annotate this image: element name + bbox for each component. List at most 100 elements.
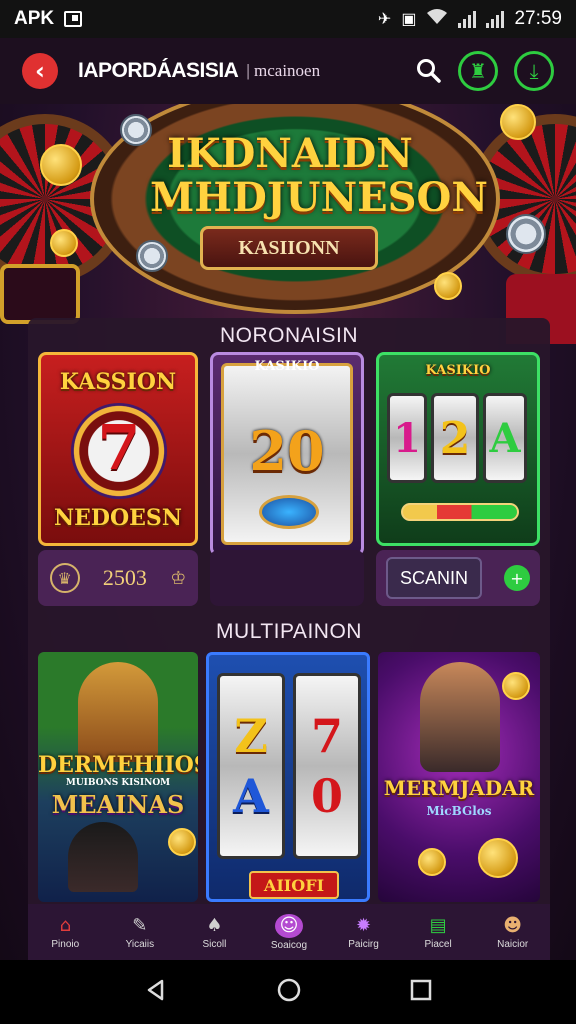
- coin-decoration: [40, 144, 82, 186]
- game-card-reels[interactable]: Z A 7 0 AIIOFI: [206, 652, 370, 902]
- card-subtitle: MicBGlos: [426, 804, 492, 818]
- hero-plaque: KASIIONN: [200, 226, 378, 270]
- scan-button-label: SCANIN: [399, 567, 468, 588]
- back-triangle-icon[interactable]: [144, 978, 168, 1006]
- rewards-button[interactable]: ♜: [458, 51, 498, 91]
- card-number: 20: [249, 419, 325, 483]
- nav-item-casino[interactable]: ♠ Sicoll: [179, 915, 249, 950]
- chip-decoration: [506, 214, 546, 254]
- app-subtitle: | mcainoen: [246, 61, 321, 80]
- nav-item-settings[interactable]: ✹ Paicirg: [329, 915, 399, 950]
- nav-item-profile[interactable]: ☻ Naicior: [478, 915, 548, 950]
- slot-block-decoration: [0, 264, 80, 324]
- reel-symbol: 7: [310, 709, 343, 763]
- game-card-dermehiios[interactable]: DERMEHIIOS MUIBONS KISINOM MEAINAS: [38, 652, 198, 902]
- coin-decoration: [418, 848, 446, 876]
- hero-title-line1: IKDNAIDN: [167, 130, 413, 177]
- section-title-popular: NORONAISIN: [219, 324, 358, 347]
- blue-gem-icon: [259, 495, 319, 529]
- game-card-mermjadar[interactable]: MERMJADAR MicBGlos: [378, 652, 540, 902]
- plus-icon: +: [510, 568, 524, 588]
- app-title: IAPORDÁASISIA: [78, 59, 239, 82]
- hero-title: IKDNAIDN MHDJUNESON: [150, 130, 488, 221]
- chevron-left-icon: ‹: [35, 57, 45, 85]
- coin-decoration: [500, 104, 536, 140]
- character-illustration: [78, 662, 158, 762]
- nav-item-cash[interactable]: ▤ Piacel: [403, 915, 473, 950]
- reel-label-plate: AIIOFI: [249, 871, 339, 899]
- card3-footer: SCANIN +: [376, 550, 540, 606]
- card1-footer[interactable]: ♛ 2503 ♔: [38, 550, 198, 606]
- clock: 27:59: [514, 8, 562, 29]
- bluetooth-icon: ✈: [377, 11, 392, 28]
- reel-symbol: Z: [234, 709, 268, 763]
- coin-decoration: [168, 828, 196, 856]
- character-illustration-2: [68, 822, 138, 892]
- crown-icon: ♔: [170, 567, 187, 589]
- coin-decoration: [478, 838, 518, 878]
- vibrate-icon: ▣: [401, 11, 417, 28]
- trophy-icon: ♛: [49, 563, 80, 593]
- home-circle-icon[interactable]: [276, 977, 302, 1007]
- character-illustration: [420, 662, 500, 772]
- nav-label: Sicoll: [202, 938, 227, 950]
- nav-item-gift[interactable]: ✎ Yicaiis: [105, 915, 175, 950]
- games-panel: NORONAISIN KASSION 7 NEDOESN KASIKIO 20 …: [28, 318, 550, 960]
- card-digit: 7: [97, 411, 141, 484]
- wifi-icon: [426, 7, 448, 31]
- nav-item-chat[interactable]: ☺ Soaicog: [254, 913, 324, 951]
- reel-symbol: 0: [310, 769, 343, 823]
- nav-label: Naicior: [497, 938, 529, 950]
- status-bar: APK ✈ ▣ 27:59: [0, 0, 576, 38]
- reel-2: 2: [431, 393, 479, 483]
- reel-left: Z A: [217, 673, 285, 859]
- reel-digit: 2: [439, 412, 471, 464]
- nav-item-home[interactable]: ⌂ Pinoio: [30, 915, 100, 950]
- back-button[interactable]: ‹: [22, 53, 58, 89]
- search-icon[interactable]: [416, 58, 442, 84]
- signal-icon: [458, 10, 477, 28]
- card1-footer-value: 2503: [102, 565, 147, 590]
- download-button[interactable]: ⤓: [514, 51, 554, 91]
- carrier-label: APK: [14, 8, 55, 29]
- app-bar: ‹ IAPORDÁASISIA | mcainoen ♜ ⤓: [0, 38, 576, 104]
- reel-1: 1: [387, 393, 427, 483]
- chat-icon: ☺: [274, 913, 303, 938]
- reel-digit: 1: [393, 414, 421, 462]
- gear-icon: ✹: [355, 915, 372, 936]
- profile-icon: ☻: [503, 915, 523, 936]
- card-title: DERMEHIIOS: [38, 752, 198, 778]
- recents-square-icon[interactable]: [410, 979, 432, 1005]
- nav-label: Soaicog: [270, 939, 308, 951]
- reel-label: AIIOFI: [263, 875, 325, 895]
- coin-decoration: [434, 272, 462, 300]
- coin-decoration: [50, 229, 78, 257]
- bottom-nav: ⌂ Pinoio ✎ Yicaiis ♠ Sicoll ☺ Soaicog ✹ …: [28, 904, 550, 960]
- nav-label: Paicirg: [348, 938, 379, 950]
- reel-right: 7 0: [293, 673, 361, 859]
- add-button[interactable]: +: [504, 565, 530, 591]
- game-card-kasikio-reels[interactable]: KASIKIO 1 2 A: [376, 352, 540, 546]
- card-top-label: KASIKIO: [254, 359, 320, 374]
- card-title: MERMJADAR: [383, 776, 535, 800]
- game-card-kasikio[interactable]: KASIKIO 20: [210, 352, 364, 556]
- scan-button[interactable]: SCANIN: [386, 557, 482, 599]
- card2-footer: [210, 550, 364, 606]
- game-card-kassion[interactable]: KASSION 7 NEDOESN: [38, 352, 198, 546]
- reel-3: A: [483, 393, 527, 483]
- progress-bar: [401, 503, 519, 521]
- download-icon: ⤓: [529, 59, 539, 83]
- signal-icon-2: [486, 10, 505, 28]
- system-nav-bar: [0, 960, 576, 1024]
- reel-digit: A: [489, 414, 521, 462]
- cash-icon: ▤: [429, 915, 447, 936]
- hero-banner[interactable]: IKDNAIDN MHDJUNESON KASIIONN: [0, 104, 576, 344]
- card-title-2: MEAINAS: [51, 790, 185, 819]
- chip-decoration: [136, 240, 168, 272]
- hero-title-line2: MHDJUNESON: [150, 174, 488, 221]
- notification-icon: [64, 11, 83, 27]
- nav-label: Piacel: [424, 938, 452, 950]
- chip-decoration: [120, 114, 152, 146]
- gift-icon: ✎: [132, 915, 148, 936]
- card-top-label: KASIKIO: [425, 363, 491, 378]
